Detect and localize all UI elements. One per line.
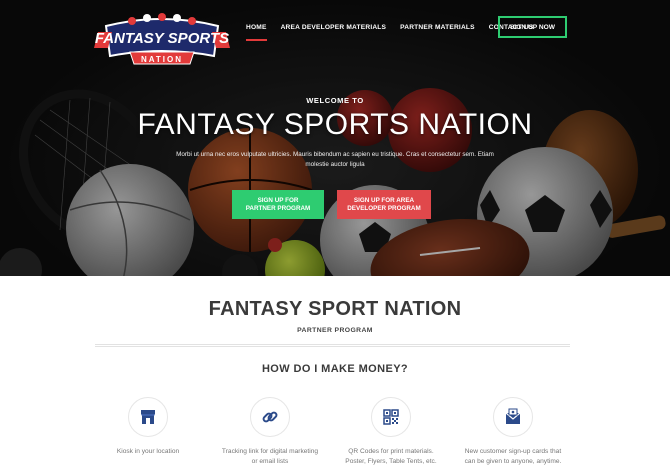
feature-icon-circle xyxy=(250,397,290,437)
store-icon xyxy=(141,410,155,424)
nav-area-developer-materials[interactable]: AREA DEVELOPER MATERIALS xyxy=(281,24,387,37)
feature-line1: Kiosk in your location xyxy=(116,448,180,455)
logo-text-top: FANTASY SPORTS xyxy=(95,30,229,47)
link-icon xyxy=(262,411,278,423)
developer-cta-line2: DEVELOPER PROGRAM xyxy=(347,204,421,212)
feature-line2: or email lists xyxy=(251,458,289,465)
feature-text: New customer sign-up cards that can be g… xyxy=(443,447,583,467)
section-title: FANTASY SPORT NATION xyxy=(208,298,462,320)
feature-line1: Tracking link for digital marketing xyxy=(221,448,319,455)
developer-cta-line1: SIGN UP FOR AREA xyxy=(353,196,415,204)
feature-line2: Poster, Flyers, Table Tents, etc. xyxy=(345,458,437,465)
partner-program-signup-button[interactable]: SIGN UP FOR PARTNER PROGRAM xyxy=(232,190,324,219)
feature-kiosk: Kiosk in your location xyxy=(78,397,218,457)
developer-program-signup-button[interactable]: SIGN UP FOR AREA DEVELOPER PROGRAM xyxy=(337,190,431,219)
partner-cta-line2: PARTNER PROGRAM xyxy=(245,204,311,212)
fantasy-sports-nation-logo[interactable]: FANTASY SPORTS NATION xyxy=(92,12,232,74)
how-make-money-title: HOW DO I MAKE MONEY? xyxy=(261,363,409,375)
feature-text: Tracking link for digital marketing or e… xyxy=(200,447,340,467)
qr-code-icon xyxy=(383,409,399,425)
feature-icon-circle xyxy=(371,397,411,437)
feature-tracking-link: Tracking link for digital marketing or e… xyxy=(200,397,340,467)
feature-line1: QR Codes for print materials. xyxy=(348,448,434,455)
feature-text: QR Codes for print materials. Poster, Fl… xyxy=(321,447,461,467)
hero-welcome: WELCOME TO xyxy=(306,96,364,105)
nav-partner-materials[interactable]: PARTNER MATERIALS xyxy=(400,24,475,37)
feature-qr-codes: QR Codes for print materials. Poster, Fl… xyxy=(321,397,461,467)
page: FANTASY SPORTS NATION HOME AREA DEVELOPE… xyxy=(0,0,670,468)
feature-line2: can be given to anyone, anytime. xyxy=(464,458,562,465)
section-subtitle: PARTNER PROGRAM xyxy=(297,327,373,334)
nav-home[interactable]: HOME xyxy=(246,24,267,41)
feature-icon-circle xyxy=(128,397,168,437)
card-icon xyxy=(505,408,521,424)
hero-subtitle: Morbi ut urna nec eros vulputate ultrici… xyxy=(176,151,494,168)
feature-icon-circle xyxy=(493,397,533,437)
feature-signup-cards: New customer sign-up cards that can be g… xyxy=(443,397,583,467)
sign-up-now-button[interactable]: SIGN UP NOW xyxy=(498,16,567,38)
feature-line1: New customer sign-up cards that xyxy=(464,448,562,455)
section-divider xyxy=(95,344,570,347)
feature-text: Kiosk in your location xyxy=(78,447,218,457)
hero-title: FANTASY SPORTS NATION xyxy=(137,108,533,141)
partner-cta-line1: SIGN UP FOR xyxy=(257,196,299,204)
logo-text-bottom: NATION xyxy=(141,55,183,64)
